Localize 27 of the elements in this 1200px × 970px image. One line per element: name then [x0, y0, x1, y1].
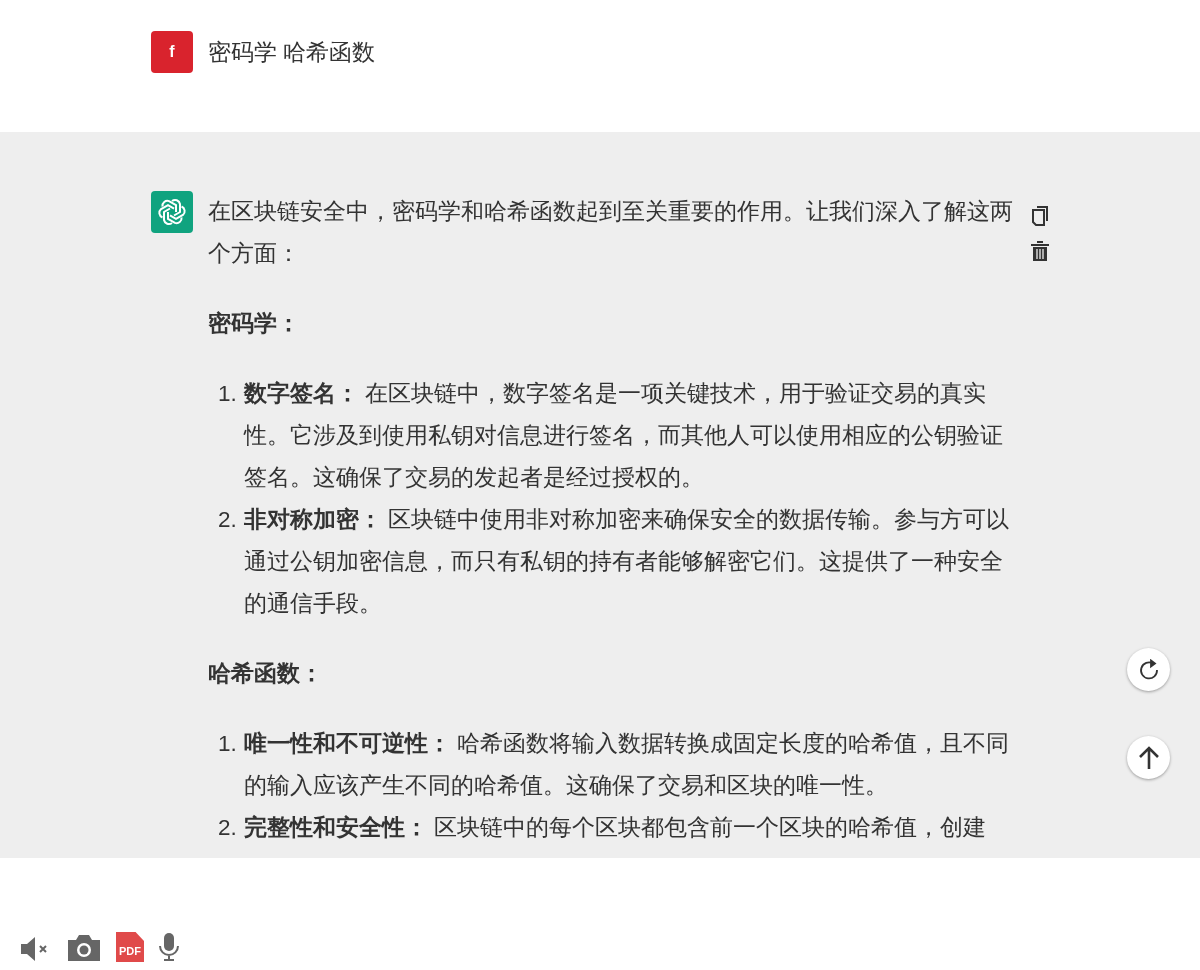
- list-item-text: 数字签名： 在区块链中，数字签名是一项关键技术，用于验证交易的真实性。它涉及到使用私钥对信息进行签名，而其他人可以使用相应的公钥验证签名。这确保了交易的发起者是经过授权的。: [244, 380, 1004, 492]
- copy-button[interactable]: [1031, 205, 1049, 227]
- scroll-top-button[interactable]: [1127, 736, 1170, 779]
- microphone-icon: [158, 932, 180, 962]
- section-heading: 密码学：: [208, 310, 301, 338]
- camera-button[interactable]: [66, 934, 102, 962]
- copy-icon: [1031, 205, 1049, 227]
- refresh-icon: [1137, 658, 1160, 681]
- list-number: 2.: [218, 814, 238, 842]
- knot-icon: [157, 197, 187, 227]
- list-number: 1.: [218, 380, 238, 408]
- trash-icon: [1031, 241, 1049, 261]
- list-number: 1.: [218, 730, 238, 758]
- microphone-button[interactable]: [158, 932, 180, 962]
- list-item-text: 唯一性和不可逆性： 哈希函数将输入数据转换成固定长度的哈希值，且不同的输入应该产生不同的哈希值。这确保了交易和区块的唯一性。: [244, 730, 1011, 800]
- user-message: 密码学 哈希函数: [208, 38, 376, 67]
- list-number: 2.: [218, 506, 238, 534]
- list-item-text: 非对称加密： 区块链中使用非对称加密来确保安全的数据传输。参与方可以通过公钥加密信息，而只有私钥的持有者能够解密它们。这提供了一种安全的通信手段。: [244, 506, 1011, 618]
- camera-icon: [66, 934, 102, 962]
- up-arrow-icon: [1137, 745, 1160, 770]
- list-item-text: 完整性和安全性： 区块链中的每个区块都包含前一个区块的哈希值，创建: [244, 814, 988, 842]
- regenerate-button[interactable]: [1127, 648, 1170, 691]
- intro-paragraph: 在区块链安全中，密码学和哈希函数起到至关重要的作用。让我们深入了解这两个方面：: [208, 198, 1014, 268]
- user-avatar: f: [151, 31, 193, 73]
- section-heading: 哈希函数：: [208, 660, 324, 688]
- pdf-button[interactable]: PDF: [116, 932, 144, 962]
- delete-button[interactable]: [1031, 241, 1049, 261]
